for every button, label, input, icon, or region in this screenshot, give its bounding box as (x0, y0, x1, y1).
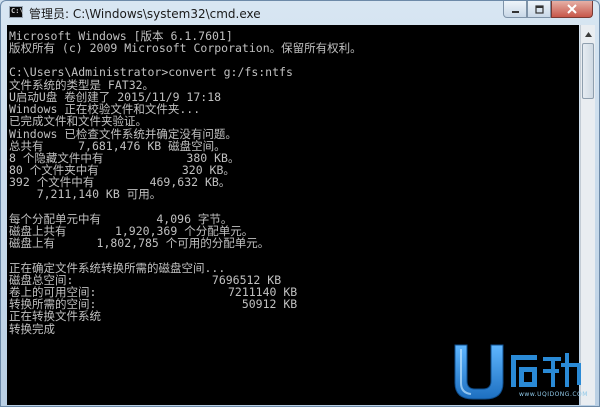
scroll-up-button[interactable] (582, 27, 595, 42)
console-line: Windows 正在校验文件和文件夹... (9, 102, 201, 117)
console-line: 总共有 7,681,476 KB 磁盘空间。 (9, 138, 226, 153)
console-lines: Microsoft Windows [版本 6.1.7601] 版权所有 (c) … (9, 28, 362, 336)
console-line: C:\Users\Administrator>convert g:/fs:ntf… (9, 64, 293, 79)
console-line: 磁盘上有 1,802,785 个可用的分配单元。 (9, 236, 270, 251)
console-line: Microsoft Windows [版本 6.1.7601] (9, 29, 233, 43)
window-title: 管理员: C:\Windows\system32\cmd.exe (29, 7, 261, 21)
close-icon (567, 4, 577, 14)
console-line: 版权所有 (c) 2009 Microsoft Corporation。保留所有… (9, 41, 362, 56)
maximize-icon (534, 4, 544, 14)
console-line: 磁盘总空间: 7696512 KB (9, 272, 282, 287)
window-controls (503, 1, 593, 19)
console-line: 392 个文件中有 469,632 KB。 (9, 175, 231, 190)
console-line: 8 个隐藏文件中有 380 KB。 (9, 150, 240, 165)
console-line: 转换所需的空间: 50912 KB (9, 297, 298, 312)
scroll-thumb[interactable] (582, 43, 594, 99)
console-line: 每个分配单元中有 4,096 字节。 (9, 211, 233, 226)
console-line: 卷上的可用空间: 7211140 KB (9, 284, 298, 299)
watermark-url: www.UQIDONG.COM (519, 391, 588, 398)
console-line: 磁盘上共有 1,920,369 个分配单元。 (9, 224, 254, 238)
arrow-up-icon (585, 32, 592, 37)
cmd-window: C:\ 管理员: C:\Windows\system32\cmd.exe Mic… (0, 0, 600, 407)
cmd-app-icon[interactable]: C:\ (9, 6, 24, 18)
console-line: U启动U盘 卷创建了 2015/11/9 17:18 (9, 89, 222, 104)
console-line: Windows 已检查文件系统并确定没有问题。 (9, 126, 237, 141)
title-bar[interactable]: C:\ 管理员: C:\Windows\system32\cmd.exe (1, 1, 599, 25)
maximize-button[interactable] (527, 1, 551, 18)
minimize-button[interactable] (503, 1, 527, 18)
console-line: 80 个文件夹中有 320 KB。 (9, 163, 235, 178)
minimize-icon (511, 10, 519, 13)
close-button[interactable] (551, 1, 593, 18)
console-line: 文件系统的类型是 FAT32。 (9, 77, 155, 92)
console-line: 正在确定文件系统转换所需的磁盘空间... (9, 260, 226, 275)
